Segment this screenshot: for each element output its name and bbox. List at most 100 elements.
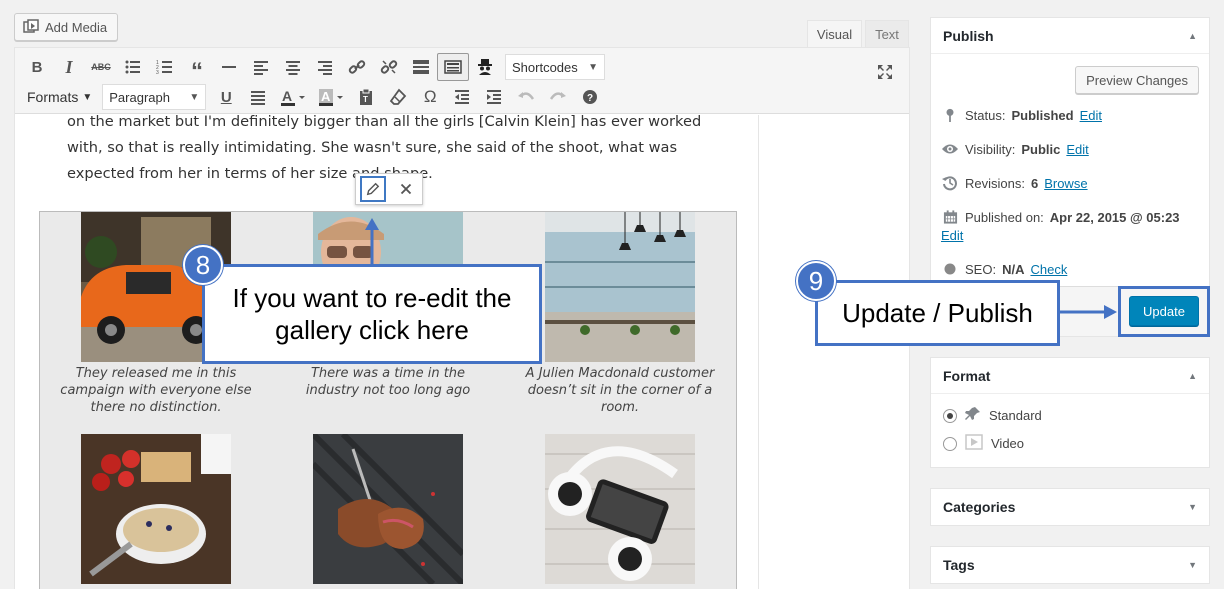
eye-icon <box>941 140 959 158</box>
remove-gallery-button[interactable] <box>393 176 419 202</box>
categories-title: Categories <box>943 499 1016 515</box>
visibility-label: Visibility: <box>965 141 1016 157</box>
indent-icon[interactable] <box>478 83 510 111</box>
gallery-caption: They released me in this campaign with e… <box>60 366 252 415</box>
pencil-icon <box>366 182 379 196</box>
italic-icon[interactable]: I <box>53 53 85 81</box>
radio-video[interactable] <box>943 436 957 451</box>
tab-visual[interactable]: Visual <box>807 20 862 48</box>
published-on-row: Published on: Apr 22, 2015 @ 05:23 <box>941 208 1180 226</box>
annotation-callout-8: If you want to re-edit the gallery click… <box>202 264 542 364</box>
format-option-video[interactable]: Video <box>943 434 1024 453</box>
categories-box-header[interactable]: Categories ▼ <box>931 489 1209 525</box>
gallery-image-grilled-steak <box>313 434 463 584</box>
numbered-list-icon[interactable]: 123 <box>149 53 181 81</box>
seo-row: SEO: N/A Check <box>941 260 1067 278</box>
published-value: Apr 22, 2015 @ 05:23 <box>1049 209 1180 225</box>
collapse-up-icon[interactable]: ▲ <box>1188 31 1197 41</box>
redo-icon[interactable] <box>542 83 574 111</box>
annotation-badge-8: 8 <box>183 245 223 285</box>
outdent-icon[interactable] <box>446 83 478 111</box>
editor-toolbar: B I ABC 123 “ Shortcodes ▼ Formats ▼ Par… <box>15 48 909 114</box>
visibility-edit-link[interactable]: Edit <box>1066 142 1088 157</box>
history-icon <box>941 174 959 192</box>
spy-icon[interactable] <box>469 53 501 81</box>
published-edit-link[interactable]: Edit <box>941 228 963 243</box>
paste-text-icon[interactable]: T <box>350 83 382 111</box>
undo-icon[interactable] <box>510 83 542 111</box>
visibility-value: Public <box>1021 141 1061 157</box>
bold-icon[interactable]: B <box>21 53 53 81</box>
collapse-down-icon[interactable]: ▼ <box>1188 560 1197 570</box>
gallery-image-restaurant-interior <box>545 212 695 362</box>
link-icon[interactable] <box>341 53 373 81</box>
tags-box-header[interactable]: Tags ▼ <box>931 547 1209 583</box>
align-center-icon[interactable] <box>277 53 309 81</box>
update-button[interactable]: Update <box>1129 296 1199 326</box>
unlink-icon[interactable] <box>373 53 405 81</box>
status-row: Status: Published Edit <box>941 106 1102 124</box>
chevron-down-icon: ▼ <box>588 61 598 73</box>
close-icon <box>400 183 411 195</box>
underline-icon[interactable]: U <box>210 83 242 111</box>
published-edit-row: Edit <box>941 228 963 243</box>
fullscreen-icon[interactable] <box>869 58 901 86</box>
format-box-header[interactable]: Format ▲ <box>931 358 1209 394</box>
read-more-icon[interactable] <box>405 53 437 81</box>
revisions-browse-link[interactable]: Browse <box>1044 176 1087 191</box>
toolbar-toggle-icon[interactable] <box>437 53 469 81</box>
special-character-icon[interactable]: Ω <box>414 83 446 111</box>
text-color-icon[interactable]: A <box>274 83 312 111</box>
svg-text:3: 3 <box>156 70 159 76</box>
gallery-item[interactable] <box>520 434 720 584</box>
gallery-item[interactable]: A Julien Macdonald customer doesn’t sit … <box>520 212 720 416</box>
collapse-down-icon[interactable]: ▼ <box>1188 502 1197 512</box>
shortcodes-dropdown[interactable]: Shortcodes ▼ <box>505 54 605 80</box>
annotation-text-9: Update / Publish <box>842 297 1033 328</box>
tab-text[interactable]: Text <box>865 20 909 48</box>
align-left-icon[interactable] <box>245 53 277 81</box>
seo-dot-icon <box>941 260 959 278</box>
collapse-up-icon[interactable]: ▲ <box>1188 371 1197 381</box>
annotation-callout-9: Update / Publish <box>815 280 1060 346</box>
add-media-label: Add Media <box>45 19 108 35</box>
help-icon[interactable]: ? <box>574 83 606 111</box>
gallery-edit-toolbar <box>355 173 423 205</box>
format-label-standard: Standard <box>989 408 1042 423</box>
gallery-item[interactable] <box>56 434 256 584</box>
tags-title: Tags <box>943 557 975 573</box>
paragraph-line: on the market but I'm definitely bigger … <box>67 115 702 130</box>
content-divider <box>758 115 759 589</box>
blockquote-icon[interactable]: “ <box>181 53 213 85</box>
align-right-icon[interactable] <box>309 53 341 81</box>
chevron-down-icon: ▼ <box>82 91 93 103</box>
pin-icon <box>941 106 959 124</box>
bullet-list-icon[interactable] <box>117 53 149 81</box>
clear-formatting-icon[interactable] <box>382 83 414 111</box>
format-option-standard[interactable]: Standard <box>943 406 1042 425</box>
paragraph-line: with, so that is really intimidating. Sh… <box>67 139 678 156</box>
format-box: Format ▲ Standard Video <box>930 357 1210 468</box>
edit-gallery-button[interactable] <box>359 176 386 202</box>
add-media-button[interactable]: Add Media <box>14 13 118 41</box>
formats-dropdown[interactable]: Formats ▼ <box>21 89 98 105</box>
preview-changes-button[interactable]: Preview Changes <box>1075 66 1199 94</box>
radio-standard[interactable] <box>943 408 957 423</box>
horizontal-line-icon[interactable] <box>213 53 245 81</box>
strikethrough-icon[interactable]: ABC <box>85 53 117 81</box>
format-label-video: Video <box>991 436 1025 451</box>
justify-icon[interactable] <box>242 83 274 111</box>
tags-box: Tags ▼ <box>930 546 1210 584</box>
seo-check-link[interactable]: Check <box>1030 262 1067 277</box>
formats-label: Formats <box>27 89 79 105</box>
status-edit-link[interactable]: Edit <box>1080 108 1102 123</box>
background-color-icon[interactable]: A <box>312 83 350 111</box>
categories-box: Categories ▼ <box>930 488 1210 526</box>
publish-title: Publish <box>943 27 994 44</box>
paragraph-dropdown[interactable]: Paragraph ▼ <box>102 84 207 110</box>
visibility-row: Visibility: Public Edit <box>941 140 1089 158</box>
gallery-item[interactable] <box>288 434 488 584</box>
annotation-arrow-9 <box>1060 305 1117 319</box>
revisions-label: Revisions: <box>965 175 1025 191</box>
publish-box-header[interactable]: Publish ▲ <box>931 18 1209 54</box>
